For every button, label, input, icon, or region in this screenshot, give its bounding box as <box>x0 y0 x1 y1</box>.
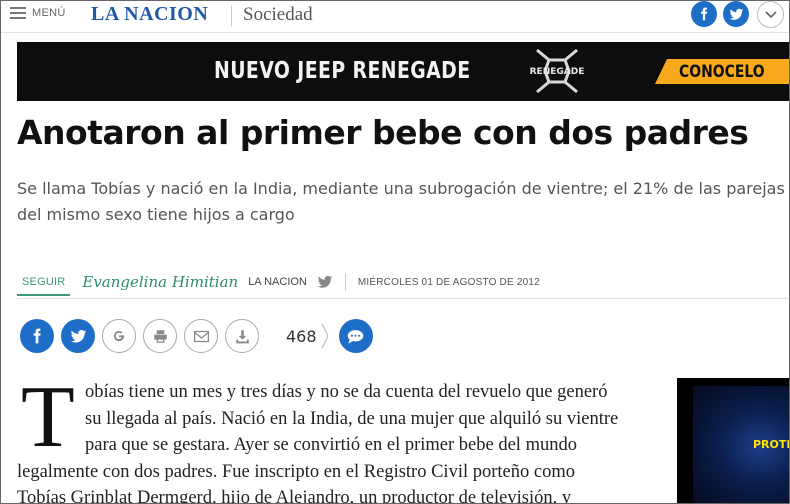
header-divider <box>231 5 232 27</box>
ad-cta-label: CONOCELO <box>679 61 765 82</box>
body-line: para que se gestara. Ayer se convirtió e… <box>85 435 577 455</box>
share-twitter-button[interactable] <box>61 319 95 353</box>
article-title: Anotaron al primer bebe con dos padres <box>17 113 749 152</box>
comment-count[interactable]: 468 <box>286 327 317 346</box>
author-name[interactable]: Evangelina Himitian <box>82 273 238 291</box>
follow-author-button[interactable]: SEGUIR <box>17 268 71 296</box>
google-icon <box>113 331 125 342</box>
download-button[interactable] <box>225 319 259 353</box>
twitter-icon <box>70 329 86 343</box>
publish-date: MIÉRCOLES 01 DE AGOSTO DE 2012 <box>357 276 540 288</box>
author-twitter-icon[interactable] <box>315 274 335 290</box>
byline-rule <box>17 298 789 299</box>
print-button[interactable] <box>143 319 177 353</box>
facebook-icon <box>33 328 41 344</box>
download-icon <box>235 329 249 343</box>
facebook-icon <box>701 7 708 21</box>
body-line: obías tiene un mes y tres días y no se d… <box>85 382 608 402</box>
ad-banner[interactable]: NUEVO JEEP RENEGADE RENEGADE CONOCELO <box>17 42 789 101</box>
body-line: legalmente con dos padres. Fue inscripto… <box>17 461 575 482</box>
site-logo[interactable]: LA NACION <box>91 3 208 26</box>
menu-label: MENÚ <box>32 7 66 19</box>
header-facebook-button[interactable] <box>691 1 717 27</box>
share-facebook-button[interactable] <box>20 319 54 353</box>
print-icon <box>153 329 167 343</box>
section-name[interactable]: Sociedad <box>243 4 313 26</box>
ad-headline: NUEVO JEEP RENEGADE <box>214 58 471 84</box>
body-line: Tobías Grinblat Dermgerd, hijo de Alejan… <box>17 488 572 504</box>
header-more-button[interactable] <box>757 1 784 28</box>
share-google-button[interactable] <box>102 319 136 353</box>
byline: SEGUIR Evangelina Himitian LA NACION MIÉ… <box>17 267 789 297</box>
email-button[interactable] <box>184 319 218 353</box>
outlet-name: LA NACION <box>248 276 307 288</box>
menu-button[interactable]: MENÚ <box>10 7 66 19</box>
comment-button[interactable] <box>338 319 373 353</box>
email-icon <box>193 330 209 342</box>
twitter-icon <box>729 8 743 20</box>
comment-count-caret <box>321 323 329 349</box>
article-subtitle: Se llama Tobías y nació en la India, med… <box>17 179 785 224</box>
hamburger-icon <box>10 7 26 19</box>
svg-text:RENEGADE: RENEGADE <box>530 67 585 77</box>
share-bar: 468 <box>20 319 380 353</box>
article-body: obías tiene un mes y tres días y no se d… <box>17 379 659 504</box>
jeep-renegade-logo: RENEGADE <box>530 48 585 94</box>
browser-viewport: MENÚ LA NACION Sociedad NUEVO JEEP RENEG… <box>0 0 790 504</box>
byline-divider <box>344 273 346 291</box>
header-twitter-button[interactable] <box>723 1 749 27</box>
site-header: MENÚ LA NACION Sociedad <box>1 1 789 33</box>
body-line: su llegada al país. Nació en la India, d… <box>85 408 619 429</box>
video-promo-text: PROTI <box>753 438 790 451</box>
ad-cta-button[interactable]: CONOCELO <box>655 59 789 84</box>
chevron-down-icon <box>764 10 777 18</box>
comment-icon <box>347 329 364 344</box>
